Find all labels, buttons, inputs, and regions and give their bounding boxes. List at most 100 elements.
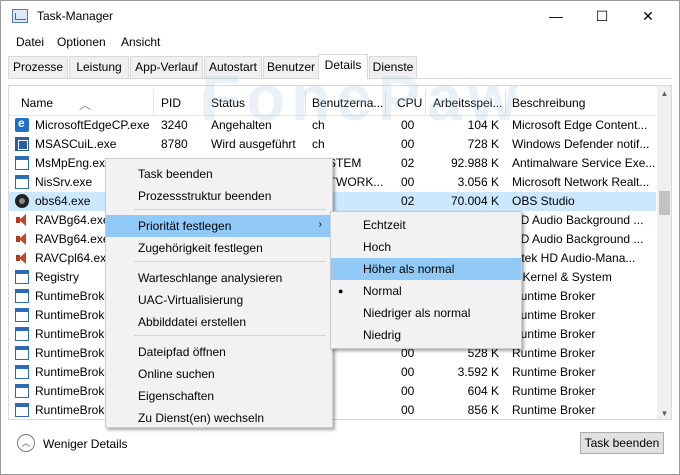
end-task-button[interactable]: Task beenden [580,432,664,454]
priority-option[interactable]: ● Normal [331,280,521,302]
priority-option-label: Höher als normal [363,262,455,276]
col-memory[interactable]: Arbeitsspei... [433,96,502,110]
window-icon [15,403,29,417]
minimize-button[interactable]: — [533,1,579,31]
context-menu-item[interactable]: Online suchen [106,363,332,385]
tab-prozesse[interactable]: Prozesse [8,56,68,78]
priority-option[interactable]: Hoch [331,236,521,258]
chevron-up-icon[interactable]: ︿ [17,434,35,452]
cell-mem: 604 K [467,384,499,398]
menu-optionen[interactable]: Optionen [57,35,106,49]
window-icon [15,270,29,284]
priority-option[interactable]: Niedrig [331,324,521,346]
menu-datei[interactable]: Datei [16,35,44,49]
col-user[interactable]: Benutzerna... [312,96,383,110]
context-menu-item[interactable]: Task beenden [106,163,332,185]
table-row[interactable]: MicrosoftEdgeCP.exe 3240 Angehalten ch 00 104… [9,116,656,135]
vertical-scrollbar[interactable]: ▲ ▼ [657,86,671,419]
col-status[interactable]: Status [211,96,245,110]
cell-desc: OBS Studio [512,194,575,208]
cell-cpu: 02 [401,156,415,170]
context-menu-item[interactable]: Eigenschaften [106,385,332,407]
context-menu-item[interactable]: Dateipfad öffnen [106,341,332,363]
shield-icon [15,137,29,151]
cell-desc: Microsoft Network Realt... [512,175,650,189]
menu-separator [134,335,326,336]
cell-mem: 856 K [467,403,499,417]
window-icon [15,346,29,360]
close-button[interactable]: ✕ [625,1,671,31]
context-menu-item-label: Dateipfad öffnen [138,345,226,359]
scroll-up-icon[interactable]: ▲ [657,86,671,101]
tab-details[interactable]: Details [318,54,368,79]
context-menu-item[interactable]: Zu Dienst(en) wechseln [106,407,332,429]
chevron-right-icon: › [318,219,322,230]
cell-desc: Runtime Broker [512,346,596,360]
cell-desc: Runtime Broker [512,384,596,398]
cell-cpu: 00 [401,137,415,151]
context-menu-item-label: Online suchen [138,367,215,381]
context-menu-item[interactable]: UAC-Virtualisierung [106,289,332,311]
priority-option-label: Niedrig [363,328,402,342]
window-icon [15,175,29,189]
context-menu-item-label: Warteschlange analysieren [138,271,283,285]
col-name[interactable]: Name [21,96,53,110]
tab-autostart[interactable]: Autostart [204,56,262,78]
context-menu-item[interactable]: Prozessstruktur beenden [106,185,332,207]
col-description[interactable]: Beschreibung [512,96,585,110]
context-menu-item-label: Priorität festlegen [138,219,232,233]
priority-option[interactable]: Echtzeit [331,214,521,236]
cell-mem: 70.004 K [450,194,499,208]
cell-desc: Runtime Broker [512,403,596,417]
cell-desc: T Kernel & System [512,270,612,284]
context-menu-item[interactable]: Warteschlange analysieren [106,267,332,289]
cell-cpu: 00 [401,403,415,417]
cell-cpu: 00 [401,175,415,189]
context-menu-item[interactable]: Zugehörigkeit festlegen [106,237,332,259]
window-icon [15,384,29,398]
cell-mem: 92.988 K [450,156,499,170]
cell-status: Wird ausgeführt [211,137,296,151]
cell-user: ch [312,137,325,151]
tab-benutzer[interactable]: Benutzer [263,56,319,78]
title-bar: Task-Manager — ☐ ✕ [1,1,679,31]
scrollbar-thumb[interactable] [659,191,670,215]
cell-mem: 3.592 K [457,365,499,379]
edge-icon [15,116,29,132]
cell-cpu: 00 [401,118,415,132]
tab-leistung[interactable]: Leistung [69,56,129,78]
priority-option-label: Echtzeit [363,218,406,232]
context-menu-item[interactable]: Priorität festlegen › [106,215,332,237]
fewer-details-link[interactable]: Weniger Details [43,437,127,451]
footer: ︿ Weniger Details Task beenden [1,421,679,474]
window-title: Task-Manager [37,9,114,23]
table-row[interactable]: MSASCuiL.exe 8780 Wird ausgeführt ch 00 728 K… [9,135,656,154]
menu-bar: Datei Optionen Ansicht [1,31,679,53]
menu-ansicht[interactable]: Ansicht [121,35,160,49]
context-menu-item-label: Task beenden [138,167,213,181]
priority-option[interactable]: Höher als normal [331,258,521,280]
cell-desc: Runtime Broker [512,289,596,303]
speaker-icon [15,232,29,246]
cell-pid: 3240 [161,118,188,132]
window-icon [15,308,29,322]
tab-app-verlauf[interactable]: App-Verlauf [130,56,203,78]
window-icon [15,156,29,170]
cell-user: ch [312,118,325,132]
tab-dienste[interactable]: Dienste [369,56,417,78]
speaker-icon [15,251,29,265]
cell-cpu: 00 [401,365,415,379]
col-cpu[interactable]: CPU [397,96,422,110]
priority-option-label: Hoch [363,240,392,254]
cell-desc: Windows Defender notif... [512,137,650,151]
col-pid[interactable]: PID [161,96,181,110]
maximize-button[interactable]: ☐ [579,1,625,31]
window-icon [15,289,29,303]
priority-option[interactable]: Niedriger als normal [331,302,521,324]
scroll-down-icon[interactable]: ▼ [657,406,671,419]
radio-bullet-icon: ● [338,286,344,296]
context-menu-item[interactable]: Abbilddatei erstellen [106,311,332,333]
context-menu-item-label: UAC-Virtualisierung [138,293,244,307]
cell-desc: altek HD Audio-Mana... [512,251,636,265]
cell-desc: Microsoft Edge Content... [512,118,648,132]
